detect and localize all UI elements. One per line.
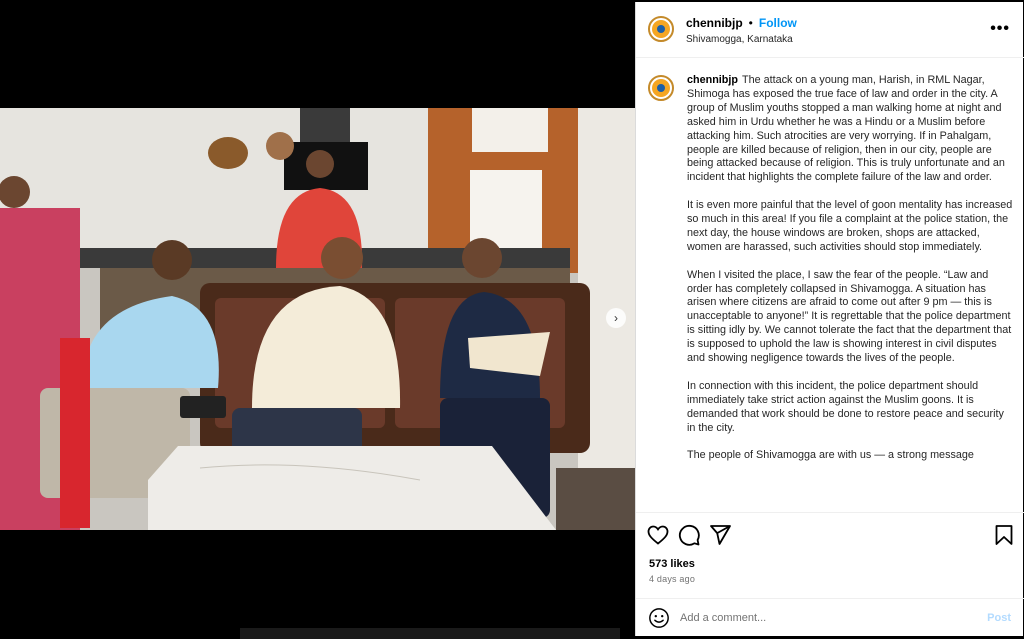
caption-text: chennibjp The attack on a young man, Hari…: [687, 74, 1015, 477]
likes-count[interactable]: 573 likes: [649, 558, 695, 570]
avatar[interactable]: [648, 16, 674, 42]
location-link[interactable]: Shivamogga, Karnataka: [686, 34, 797, 45]
share-icon[interactable]: [708, 523, 732, 547]
profile-logo-icon: [652, 20, 670, 38]
post-comment-button[interactable]: Post: [987, 612, 1011, 624]
separator-dot: •: [748, 16, 753, 30]
comment-bar: Post: [636, 598, 1024, 637]
username-link[interactable]: chennibjp: [686, 16, 743, 30]
caption-paragraph: It is even more painful that the level o…: [687, 199, 1013, 253]
background-strip: [240, 628, 620, 639]
caption-paragraph: chennibjp The attack on a young man, Hari…: [687, 74, 1015, 185]
comment-input[interactable]: [680, 612, 970, 624]
post-media: ›: [0, 0, 636, 639]
bookmark-icon[interactable]: [992, 523, 1016, 547]
caption-paragraph: In connection with this incident, the po…: [687, 379, 1004, 434]
next-photo-button[interactable]: ›: [606, 308, 626, 328]
post-timestamp[interactable]: 4 days ago: [649, 574, 695, 584]
post-actions: 573 likes 4 days ago Post: [636, 512, 1024, 636]
header-text: chennibjp • Follow Shivamogga, Karnataka: [686, 16, 797, 45]
caption-paragraph: When I visited the place, I saw the fear…: [687, 268, 1012, 365]
caption-username[interactable]: chennibjp: [687, 74, 738, 86]
instagram-post-modal: › chennibjp • Follow Shivamogga, Karnata…: [0, 0, 1024, 639]
chevron-right-icon: ›: [614, 311, 618, 325]
post-photo: [0, 108, 636, 530]
caption-avatar[interactable]: [648, 75, 674, 101]
heart-icon[interactable]: [646, 523, 670, 547]
follow-button[interactable]: Follow: [759, 16, 797, 30]
photo-illustration: [0, 108, 636, 530]
post-sidebar: chennibjp • Follow Shivamogga, Karnataka…: [635, 2, 1024, 636]
comment-icon[interactable]: [677, 523, 701, 547]
more-options-icon[interactable]: •••: [990, 20, 1010, 38]
post-header: chennibjp • Follow Shivamogga, Karnataka…: [636, 2, 1024, 58]
caption-area: chennibjp The attack on a young man, Hari…: [636, 59, 1024, 511]
profile-logo-icon: [652, 79, 670, 97]
caption-paragraph: The people of Shivamogga are with us — a…: [687, 449, 974, 462]
emoji-icon[interactable]: [648, 607, 670, 629]
caption-paragraph-text: The attack on a young man, Harish, in RM…: [687, 74, 1005, 184]
